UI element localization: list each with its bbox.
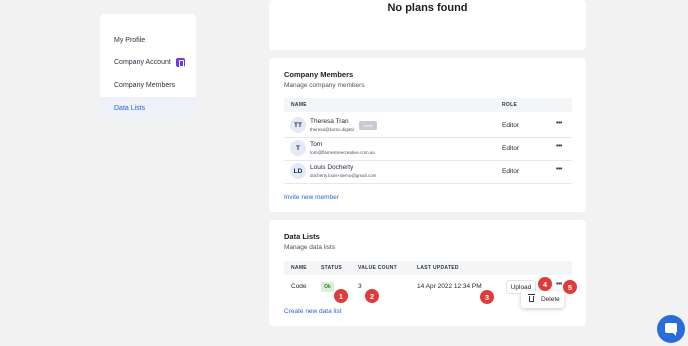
more-actions-icon[interactable]: ••• (556, 166, 562, 173)
member-role: Editor (502, 145, 519, 152)
member-role: Editor (502, 122, 519, 129)
card-subtitle: Manage data lists (284, 244, 335, 251)
chat-launcher-button[interactable] (657, 315, 685, 343)
column-header-name: NAME (291, 265, 307, 271)
row-divider (284, 183, 572, 184)
sidebar-item-data-lists[interactable]: Data Lists (100, 97, 196, 120)
lock-icon (175, 58, 185, 67)
trash-icon (528, 294, 535, 302)
card-subtitle: Manage company members (284, 82, 365, 89)
card-title: Data Lists (284, 232, 320, 241)
sidebar-item-my-profile[interactable]: My Profile (100, 29, 196, 52)
delete-menu-item[interactable]: Delete (521, 291, 564, 308)
column-header-status: STATUS (321, 265, 343, 271)
column-header-last-updated: LAST UPDATED (417, 265, 459, 271)
member-email: tom@flamestreecreative.com.au (310, 150, 375, 155)
avatar: TT (290, 117, 306, 133)
more-actions-icon[interactable]: ••• (556, 143, 562, 150)
sidebar-item-company-members[interactable]: Company Members (100, 74, 196, 97)
step-marker: 1 (334, 289, 348, 303)
table-header: NAME ROLE (284, 98, 572, 112)
sidebar-item-label: Data Lists (114, 105, 146, 112)
data-lists-card: Data Lists Manage data lists NAME STATUS… (269, 220, 586, 326)
avatar: LD (290, 163, 306, 179)
create-new-data-list-link[interactable]: Create new data list (284, 308, 341, 315)
step-marker: 3 (480, 290, 494, 304)
member-email: theresa@komo.digital (310, 127, 354, 132)
value-count: 3 (358, 283, 362, 290)
settings-sidebar: My Profile Company Account Company Membe… (100, 14, 196, 120)
member-name: Theresa Tran (310, 118, 349, 125)
member-email: docherty.louis+demo@gmail.com (310, 173, 377, 178)
sidebar-item-label: Company Account (114, 59, 171, 66)
column-header-value-count: VALUE COUNT (358, 265, 398, 271)
step-marker: 2 (365, 289, 379, 303)
row-actions-menu: Delete (521, 291, 564, 308)
sidebar-item-label: My Profile (114, 37, 146, 44)
member-name: Louis Docherty (310, 164, 354, 171)
more-actions-icon[interactable]: ••• (556, 281, 562, 288)
card-title: Company Members (284, 70, 354, 79)
avatar: T (290, 140, 306, 156)
sidebar-item-label: Company Members (114, 82, 176, 89)
sidebar-item-company-account[interactable]: Company Account (100, 51, 196, 74)
status-badge: Ok (321, 282, 334, 292)
member-name: Tom (310, 141, 323, 148)
step-marker: 4 (538, 277, 552, 291)
column-header-role: ROLE (502, 102, 518, 108)
company-members-card: Company Members Manage company members N… (269, 58, 586, 212)
member-role: Editor (502, 168, 519, 175)
last-updated: 14 Apr 2022 12:34 PM (417, 283, 482, 290)
data-list-name: Code (291, 283, 307, 290)
step-marker: 5 (563, 280, 577, 294)
table-header: NAME STATUS VALUE COUNT LAST UPDATED (284, 261, 572, 275)
chat-icon (665, 323, 677, 336)
delete-label: Delete (541, 296, 560, 303)
no-plans-message: No plans found (387, 2, 468, 14)
invite-status-badge: Invite (359, 121, 377, 130)
column-header-name: NAME (291, 102, 307, 108)
plans-card: No plans found (269, 0, 586, 50)
invite-new-member-link[interactable]: Invite new member (284, 194, 339, 201)
row-divider (284, 137, 572, 138)
row-divider (284, 160, 572, 161)
more-actions-icon[interactable]: ••• (556, 120, 562, 127)
